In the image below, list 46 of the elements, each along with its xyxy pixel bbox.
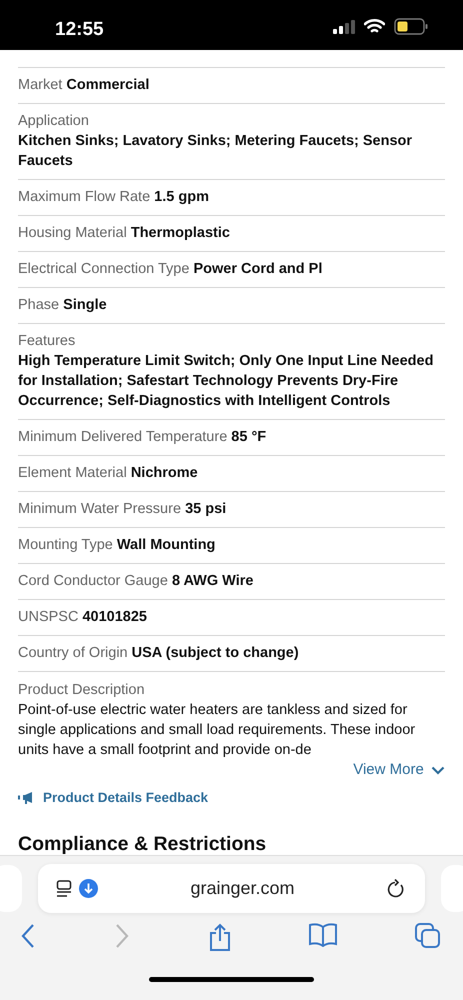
share-icon[interactable]	[208, 923, 232, 951]
spec-label: Electrical Connection Type	[18, 261, 190, 277]
spec-value: High Temperature Limit Switch; Only One Input Line Needed for Installation; Safestart Technology Prevents Dry-Fire Occurrence; Self-Diagnostics with Intelligent Controls	[18, 352, 434, 411]
spec-value: Nichrome	[130, 465, 198, 481]
download-icon[interactable]	[79, 879, 98, 898]
chevron-down-icon	[431, 766, 445, 775]
description-label: Product Description	[18, 681, 146, 700]
spec-label: Country of Origin	[18, 645, 128, 661]
spec-label: Application	[18, 112, 90, 131]
spec-value: 35 psi	[185, 501, 226, 517]
spec-value: USA (subject to change)	[132, 645, 299, 661]
spec-value: Single	[63, 297, 107, 313]
spec-label: Maximum Flow Rate	[18, 189, 150, 205]
signal-icon	[333, 20, 356, 34]
reload-icon[interactable]	[387, 878, 405, 898]
spec-value: 1.5 gpm	[154, 189, 209, 205]
section-heading: Compliance & Restrictions	[18, 832, 268, 855]
spec-value: Power Cord and Pl	[193, 261, 322, 277]
battery-icon	[394, 18, 428, 35]
view-more-button[interactable]: View More	[353, 760, 445, 780]
spec-label: UNSPSC	[18, 609, 78, 625]
spec-value: 85 °F	[231, 429, 266, 445]
url-text[interactable]: grainger.com	[98, 875, 387, 902]
spec-label: Cord Conductor Gauge	[18, 573, 168, 589]
feedback-link[interactable]: Product Details Feedback	[18, 788, 445, 808]
spec-label: Minimum Delivered Temperature	[18, 429, 228, 445]
clock: 12:55	[55, 18, 104, 42]
spec-value: Thermoplastic	[130, 225, 230, 241]
wifi-icon	[364, 18, 385, 34]
megaphone-icon	[18, 792, 34, 804]
spec-label: Minimum Water Pressure	[18, 501, 182, 517]
address-bar[interactable]: grainger.com	[38, 864, 425, 913]
spec-label: Market	[18, 77, 62, 93]
spec-label: Phase	[18, 297, 60, 313]
description-text: Point-of-use electric water heaters are tankless and sized for single applications and small load requirements. These indoor units have a small footprint and provide on-de	[18, 701, 416, 760]
spec-value: Commercial	[66, 77, 150, 93]
spec-value: 8 AWG Wire	[172, 573, 254, 589]
spec-label: Mounting Type	[18, 537, 113, 553]
spec-value: Kitchen Sinks; Lavatory Sinks; Metering Faucets; Sensor Faucets	[18, 132, 414, 171]
spec-label: Housing Material	[18, 225, 127, 241]
tabs-icon[interactable]	[415, 923, 441, 951]
spec-label: Features	[18, 332, 76, 351]
spec-value: 40101825	[82, 609, 147, 625]
spec-label: Element Material	[18, 465, 127, 481]
spec-value: Wall Mounting	[116, 537, 216, 553]
reader-icon[interactable]	[56, 880, 74, 898]
